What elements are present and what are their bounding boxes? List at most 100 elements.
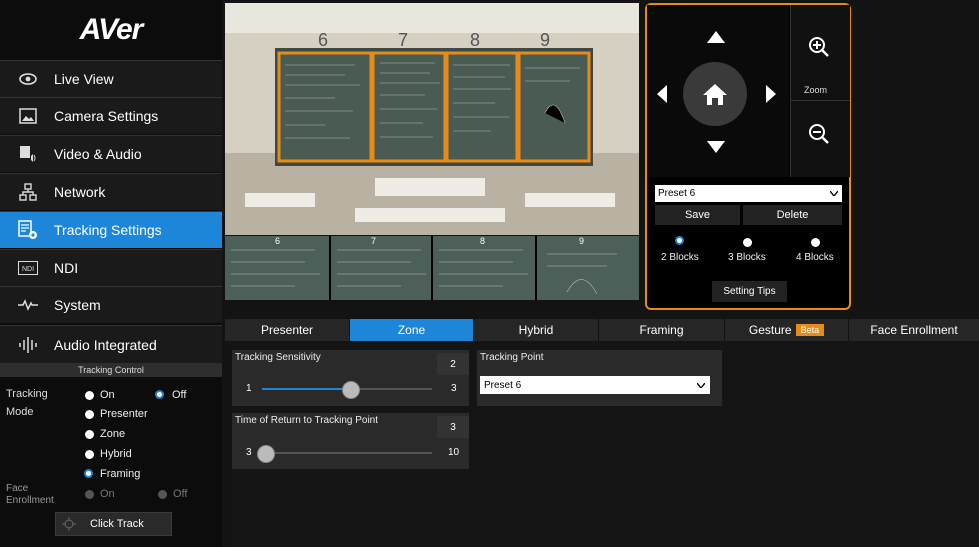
blocks-3-radio[interactable] [743, 238, 752, 247]
sidebar-item-label: Audio Integrated [54, 336, 157, 353]
sidebar-item-label: Tracking Settings [54, 222, 162, 238]
face-off-label: Off [173, 488, 188, 500]
mode-framing-radio[interactable] [84, 469, 93, 478]
tab-zone[interactable]: Zone [350, 319, 474, 341]
sidebar-item-video-audio[interactable]: Video & Audio [0, 135, 222, 172]
face-enrollment-label-1: Face [6, 483, 29, 494]
tracking-control-header: Tracking Control [0, 363, 222, 377]
thumbnail-number: 6 [275, 236, 281, 246]
pulse-icon [18, 295, 38, 315]
beta-badge: Beta [795, 324, 825, 336]
tracking-on-radio[interactable] [85, 391, 94, 400]
zone-number-6: 6 [318, 30, 329, 50]
blocks-3-label: 3 Blocks [728, 252, 766, 263]
live-video-preview[interactable]: 6 7 8 9 [225, 3, 639, 235]
home-button[interactable] [683, 62, 747, 126]
mode-label: Mode [6, 406, 34, 418]
tab-presenter[interactable]: Presenter [225, 319, 350, 341]
sidebar-item-ndi[interactable]: NDI NDI [0, 249, 222, 286]
zoom-area: Zoom [790, 5, 850, 177]
arrow-left-icon[interactable] [657, 85, 667, 103]
tracking-off-radio[interactable] [155, 390, 164, 399]
delete-preset-button[interactable]: Delete [743, 205, 842, 225]
mode-framing-label: Framing [100, 468, 141, 480]
zoom-in-icon[interactable] [808, 36, 830, 58]
face-off-radio[interactable] [158, 490, 167, 499]
return-time-min: 3 [246, 447, 252, 458]
tracking-point-title: Tracking Point [480, 352, 544, 363]
save-preset-button[interactable]: Save [655, 205, 740, 225]
image-icon [18, 106, 38, 126]
zone-thumbnail[interactable]: 8 [433, 236, 537, 300]
audio-bars-icon [18, 335, 38, 355]
zone-thumbnail[interactable]: 7 [331, 236, 433, 300]
zone-thumbnail[interactable]: 6 [225, 236, 331, 300]
tab-face-enrollment[interactable]: Face Enrollment [849, 319, 979, 341]
cursor-target-icon [62, 517, 76, 531]
blocks-4-radio[interactable] [811, 238, 820, 247]
sidebar-item-system[interactable]: System [0, 286, 222, 323]
arrow-right-icon[interactable] [766, 85, 776, 103]
tracking-off-label: Off [172, 389, 187, 401]
blocks-4-label: 4 Blocks [796, 252, 834, 263]
zone-number-7: 7 [398, 30, 409, 50]
click-track-label: Click Track [90, 518, 144, 530]
sidebar: AVer Live View Camera Settings Video & A… [0, 0, 222, 547]
zone-thumbnail[interactable]: 9 [537, 236, 639, 300]
tab-gesture-label: Gesture [748, 323, 792, 337]
chevron-down-icon [697, 383, 705, 388]
tab-gesture[interactable]: Gesture Beta [725, 319, 849, 341]
sidebar-item-label: Video & Audio [54, 146, 142, 162]
sensitivity-min: 1 [246, 383, 252, 394]
sidebar-item-audio-integrated[interactable]: Audio Integrated [0, 325, 222, 363]
return-time-box: Time of Return to Tracking Point 3 3 10 [232, 413, 469, 469]
svg-text:NDI: NDI [22, 266, 34, 273]
thumbnail-number: 8 [480, 236, 486, 246]
thumbnail-number: 9 [579, 236, 585, 246]
return-time-track [262, 452, 432, 454]
return-time-title: Time of Return to Tracking Point [235, 415, 379, 426]
blocks-2-radio[interactable] [675, 236, 684, 245]
mode-zone-label: Zone [100, 428, 126, 440]
click-track-button[interactable]: Click Track [55, 512, 172, 536]
tracking-settings-icon [18, 220, 38, 240]
tracking-sensitivity-box: Tracking Sensitivity 2 1 3 [232, 350, 469, 406]
classroom-scene-image [225, 3, 639, 235]
arrow-down-icon[interactable] [707, 141, 725, 153]
direction-pad-area [647, 5, 789, 177]
tracking-sensitivity-title: Tracking Sensitivity [235, 352, 321, 363]
zoom-out-icon[interactable] [808, 123, 830, 145]
zone-number-9: 9 [540, 30, 551, 50]
sensitivity-max: 3 [451, 383, 457, 394]
face-enrollment-label-2: Enrollment [6, 495, 54, 506]
zoom-divider [791, 100, 850, 101]
sidebar-item-tracking-settings[interactable]: Tracking Settings [0, 211, 222, 248]
tab-hybrid[interactable]: Hybrid [474, 319, 599, 341]
return-time-slider-thumb[interactable] [257, 445, 275, 463]
sidebar-item-label: Live View [54, 71, 114, 87]
preset-select-value: Preset 6 [658, 188, 696, 199]
setting-tips-button[interactable]: Setting Tips [712, 281, 787, 302]
thumbnail-number: 7 [371, 236, 377, 246]
sensitivity-track-fill [262, 388, 350, 390]
return-time-value: 3 [437, 416, 469, 438]
face-on-radio[interactable] [85, 490, 94, 499]
home-icon [703, 84, 727, 105]
sidebar-item-network[interactable]: Network [0, 173, 222, 210]
sensitivity-slider-thumb[interactable] [342, 381, 360, 399]
aver-logo: AVer [79, 13, 144, 46]
tracking-point-value: Preset 6 [484, 379, 522, 391]
mode-hybrid-radio[interactable] [85, 450, 94, 459]
mode-presenter-radio[interactable] [85, 410, 94, 419]
tracking-point-select[interactable]: Preset 6 [480, 376, 710, 394]
sidebar-item-live-view[interactable]: Live View [0, 60, 222, 97]
ndi-icon: NDI [18, 258, 38, 278]
tracking-on-label: On [100, 389, 115, 401]
arrow-up-icon[interactable] [707, 31, 725, 43]
sidebar-item-label: Camera Settings [54, 108, 159, 124]
sidebar-item-camera-settings[interactable]: Camera Settings [0, 97, 222, 134]
preset-select[interactable]: Preset 6 [655, 185, 842, 202]
tab-framing[interactable]: Framing [599, 319, 725, 341]
return-time-max: 10 [448, 447, 460, 458]
mode-zone-radio[interactable] [85, 430, 94, 439]
